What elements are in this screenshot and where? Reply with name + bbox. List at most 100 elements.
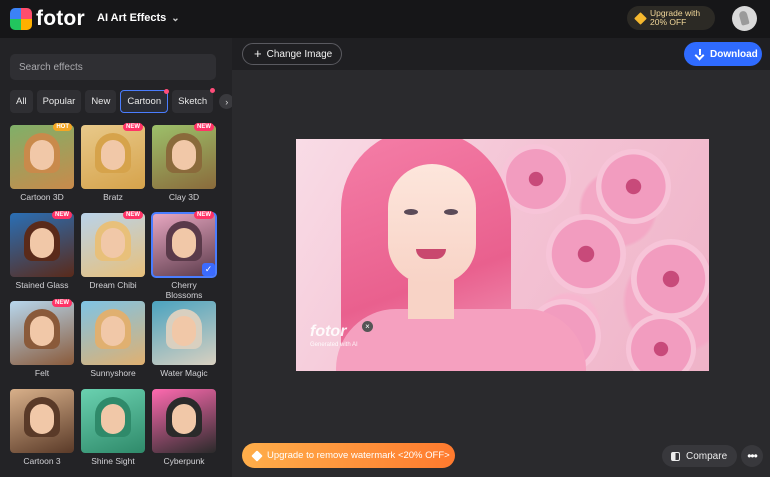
thumbnail-face	[30, 140, 54, 170]
portrait-shirt	[336, 309, 586, 371]
compare-label: Compare	[686, 450, 728, 462]
plus-icon: +	[254, 46, 262, 61]
effect-badge: NEW	[123, 211, 143, 219]
logo-icon	[10, 8, 32, 30]
filter-chips: All Popular New Cartoon Sketch ›	[10, 88, 235, 113]
upgrade-text: Upgrade with 20% OFF	[650, 8, 700, 28]
change-image-button[interactable]: + Change Image	[242, 43, 342, 65]
main-toolbar: + Change Image Download	[232, 38, 770, 70]
compare-button[interactable]: Compare	[662, 445, 737, 467]
search-input[interactable]	[19, 61, 199, 73]
flower	[596, 149, 671, 224]
effect-card[interactable]: Sunnyshore	[81, 301, 145, 389]
effect-thumbnail: ✓	[151, 212, 217, 278]
effect-thumbnail	[10, 125, 74, 189]
upgrade-button[interactable]: Upgrade with 20% OFF	[627, 6, 715, 30]
flower	[501, 144, 571, 214]
effect-card[interactable]: Cartoon 3	[10, 389, 74, 477]
effect-label: Cherry Blossoms	[165, 280, 203, 300]
diamond-icon	[251, 449, 263, 462]
thumbnail-face	[30, 316, 54, 346]
portrait-face	[388, 164, 476, 284]
download-button[interactable]: Download	[684, 42, 762, 66]
flower	[631, 239, 709, 319]
effect-badge: NEW	[52, 211, 72, 219]
effect-label: Shine Sight	[91, 456, 135, 466]
chevron-down-icon: ⌄	[171, 12, 180, 24]
effect-card[interactable]: NEW Dream Chibi	[81, 211, 145, 301]
flower	[626, 314, 696, 371]
thumbnail-face	[101, 316, 125, 346]
effect-label: Water Magic	[160, 368, 208, 378]
filter-chip-sketch[interactable]: Sketch	[172, 88, 216, 113]
effect-label: Stained Glass	[15, 280, 69, 290]
diamond-icon	[634, 11, 647, 25]
filter-chip-all[interactable]: All	[10, 90, 33, 113]
effect-card[interactable]: Water Magic	[152, 301, 216, 389]
filter-chip-label: New	[91, 96, 111, 107]
effect-card[interactable]: Shine Sight	[81, 389, 145, 477]
effect-thumbnail	[10, 213, 74, 277]
logo-text: fotor	[36, 7, 85, 30]
ai-art-effects-menu[interactable]: AI Art Effects ⌄	[97, 12, 180, 24]
result-image: fotor Generated with AI ×	[296, 139, 709, 371]
effect-badge: NEW	[194, 211, 214, 219]
effect-label: Clay 3D	[168, 192, 200, 202]
promo-label: Upgrade to remove watermark <20% OFF>	[267, 450, 450, 461]
effect-thumbnail	[81, 389, 145, 453]
remove-watermark-button[interactable]: Upgrade to remove watermark <20% OFF>	[242, 443, 455, 468]
filter-chip-cartoon[interactable]: Cartoon	[120, 89, 170, 113]
effect-card[interactable]: NEW Felt	[10, 299, 74, 389]
thumbnail-face	[172, 228, 196, 258]
effect-thumbnail	[10, 301, 74, 365]
thumbnail-face	[101, 404, 125, 434]
user-avatar[interactable]	[732, 6, 757, 31]
effect-thumbnail	[152, 301, 216, 365]
thumbnail-face	[101, 228, 125, 258]
effect-label: Cartoon 3	[23, 456, 61, 466]
new-dot-indicator	[210, 88, 216, 93]
effect-badge: NEW	[123, 123, 143, 131]
effect-badge: NEW	[194, 123, 214, 131]
effect-thumbnail	[81, 301, 145, 365]
portrait-neck	[408, 279, 454, 319]
effect-card[interactable]: HOT Cartoon 3D	[10, 123, 74, 213]
new-dot-indicator	[164, 89, 170, 94]
effect-card[interactable]: NEW Clay 3D	[152, 123, 216, 213]
effect-badge: NEW	[52, 299, 72, 307]
effect-card[interactable]: Cyberpunk	[152, 389, 216, 477]
effect-card[interactable]: ✓ NEW Cherry Blossoms	[151, 211, 217, 301]
portrait-eye	[404, 209, 418, 215]
thumbnail-face	[101, 140, 125, 170]
more-horizontal-icon: •••	[747, 449, 758, 463]
effect-label: Felt	[34, 368, 50, 378]
thumbnail-face	[172, 404, 196, 434]
filter-chip-new[interactable]: New	[85, 90, 117, 113]
top-bar: fotor AI Art Effects ⌄ Upgrade with 20% …	[0, 0, 770, 38]
effect-label: Dream Chibi	[89, 280, 137, 290]
thumbnail-face	[30, 228, 54, 258]
thumbnail-face	[172, 316, 196, 346]
checkmark-icon: ✓	[202, 263, 215, 276]
effect-label: Cartoon 3D	[20, 192, 64, 202]
effect-thumbnail	[81, 213, 145, 277]
change-image-label: Change Image	[266, 48, 333, 60]
effect-thumbnail	[152, 125, 216, 189]
effect-card[interactable]: NEW Bratz	[81, 123, 145, 213]
filter-chip-popular[interactable]: Popular	[36, 90, 82, 113]
main-canvas: + Change Image Download fotor Generated …	[232, 38, 770, 477]
upgrade-line-2: 20% OFF	[650, 17, 687, 27]
watermark-subtitle: Generated with AI	[310, 342, 358, 348]
filter-chip-label: All	[16, 96, 27, 107]
filter-chip-label: Popular	[42, 96, 76, 107]
compare-icon	[671, 451, 680, 461]
effect-label: Cyberpunk	[163, 456, 205, 466]
close-icon[interactable]: ×	[362, 321, 373, 332]
fotor-logo[interactable]: fotor	[10, 7, 85, 31]
more-options-button[interactable]: •••	[741, 445, 763, 467]
thumbnail-face	[30, 404, 54, 434]
effect-card[interactable]: NEW Stained Glass	[10, 211, 74, 301]
effect-thumbnail	[81, 125, 145, 189]
watermark-logo: fotor	[310, 323, 347, 340]
flower	[546, 214, 626, 294]
